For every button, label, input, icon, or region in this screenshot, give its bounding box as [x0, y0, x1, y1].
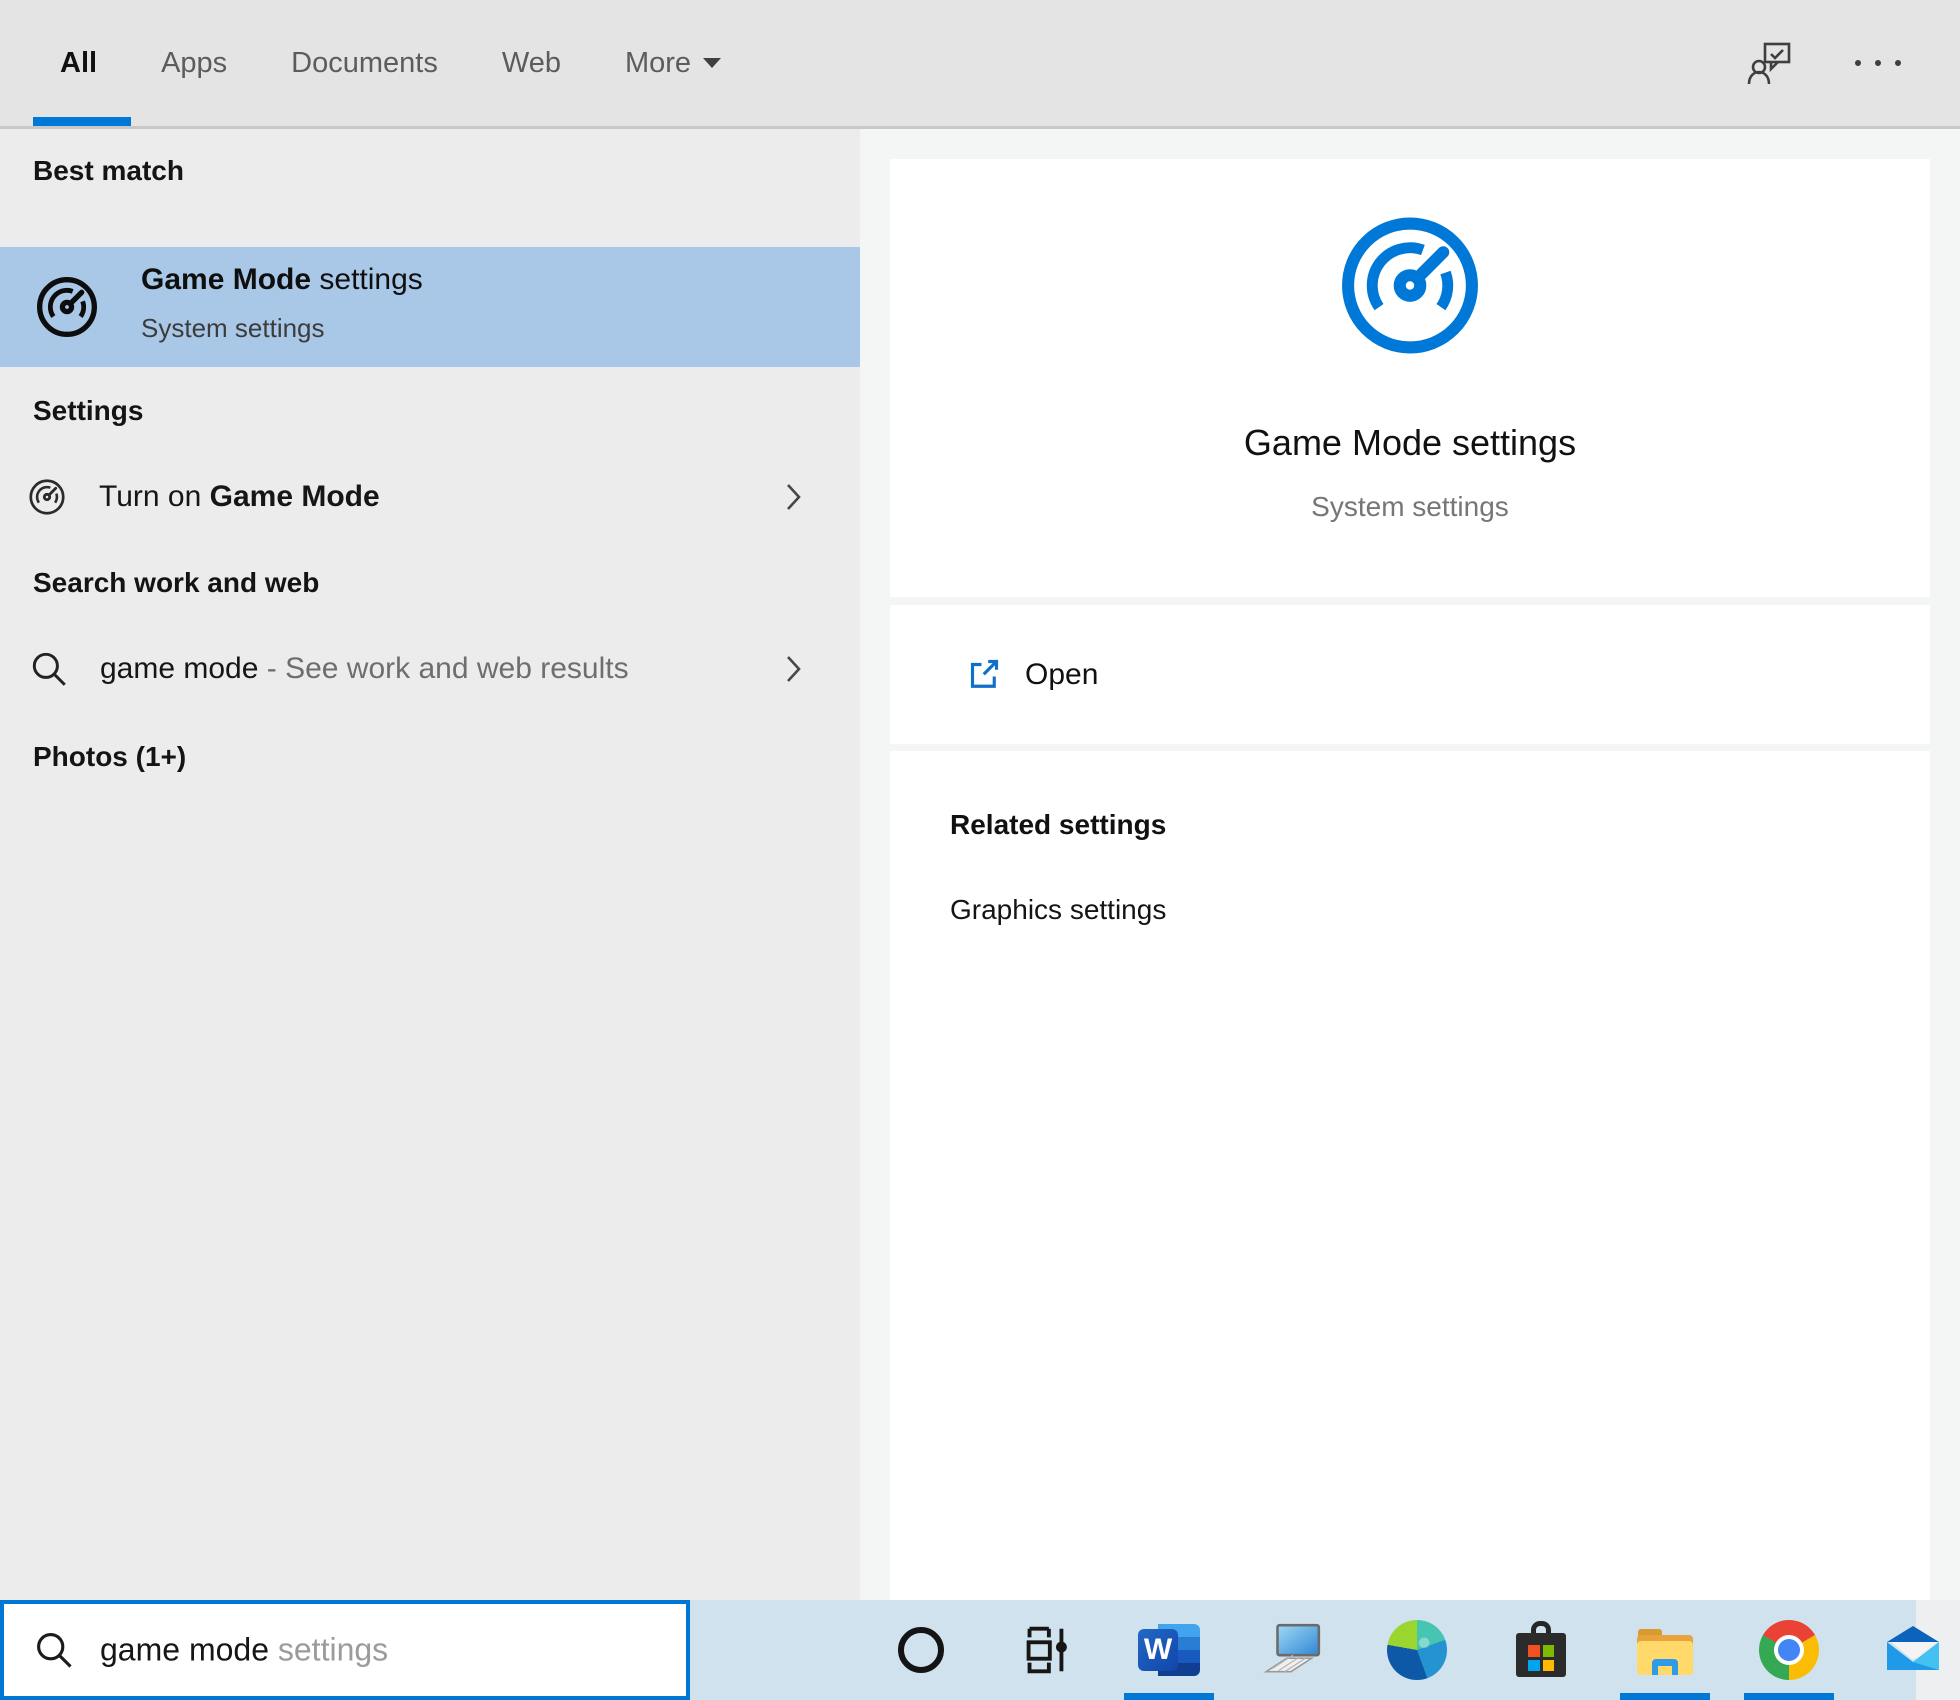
best-match-title: Game Mode settings — [141, 263, 423, 296]
chevron-down-icon — [703, 58, 722, 68]
search-tab-bar: All Apps Documents Web More — [0, 0, 1960, 126]
photos-section-header[interactable]: Photos (1+) — [33, 741, 186, 773]
search-icon — [32, 652, 66, 686]
active-tab-indicator — [33, 117, 131, 126]
task-view-icon — [1026, 1626, 1067, 1674]
gauge-icon — [37, 277, 97, 337]
taskbar-chrome-button[interactable] — [1741, 1600, 1837, 1700]
settings-section-header: Settings — [33, 395, 144, 426]
taskbar-word-button[interactable]: W — [1121, 1600, 1217, 1700]
options-button[interactable] — [1843, 0, 1913, 126]
search-icon — [37, 1633, 72, 1668]
word-icon: W — [1138, 1619, 1200, 1681]
best-match-subtitle: System settings — [141, 313, 325, 343]
web-section-header: Search work and web — [33, 567, 320, 598]
graphics-settings-link[interactable]: Graphics settings — [950, 894, 1166, 926]
result-turn-on-game-mode[interactable]: Turn on Game Mode — [0, 453, 860, 541]
feedback-button[interactable] — [1735, 0, 1805, 126]
cortana-icon — [898, 1627, 944, 1673]
related-settings-header: Related settings — [950, 809, 1167, 840]
result-filter-tabs: All Apps Documents Web More — [60, 0, 722, 126]
result-label: game mode - See work and web results — [100, 652, 629, 685]
results-panel: Best match Game Mode settings System set… — [0, 129, 860, 1600]
tab-documents[interactable]: Documents — [291, 47, 438, 80]
open-action[interactable]: Open — [890, 605, 1930, 744]
tab-apps[interactable]: Apps — [161, 47, 227, 80]
related-settings-card: Related settings Graphics settings — [890, 751, 1930, 1600]
open-action-label: Open — [1025, 657, 1099, 691]
taskbar-this-pc-button[interactable] — [1245, 1600, 1341, 1700]
chevron-right-icon — [787, 656, 801, 682]
best-match-header: Best match — [33, 155, 184, 186]
chevron-right-icon — [787, 484, 801, 510]
taskbar-task-view-button[interactable] — [997, 1600, 1093, 1700]
open-external-icon — [970, 659, 999, 688]
taskbar-buttons: W — [873, 1600, 1960, 1700]
tab-all[interactable]: All — [60, 47, 97, 80]
microsoft-store-icon — [1512, 1621, 1570, 1679]
preview-title: Game Mode settings — [1243, 422, 1577, 463]
result-label: Turn on Game Mode — [99, 480, 380, 513]
taskbar: W — [690, 1600, 1960, 1700]
taskbar-edge-button[interactable] — [1369, 1600, 1465, 1700]
chrome-icon — [1759, 1620, 1819, 1680]
preview-hero-card: Game Mode settings System settings — [890, 159, 1930, 597]
computer-icon — [1263, 1623, 1321, 1673]
gauge-icon — [29, 479, 65, 515]
taskbar-file-explorer-button[interactable] — [1617, 1600, 1713, 1700]
gauge-icon — [1342, 217, 1478, 354]
tab-web[interactable]: Web — [502, 47, 561, 80]
search-flyout-body: Best match Game Mode settings System set… — [0, 129, 1960, 1600]
taskbar-search-input[interactable]: game mode settings — [0, 1600, 690, 1700]
preview-pane: Game Mode settings System settings Open … — [860, 129, 1960, 1600]
result-web-search[interactable]: game mode - See work and web results — [0, 625, 860, 713]
tab-more-label: More — [624, 46, 692, 79]
ellipsis-icon — [1855, 60, 1901, 66]
taskbar-mail-button[interactable] — [1865, 1600, 1960, 1700]
file-explorer-icon — [1637, 1629, 1693, 1675]
tab-more[interactable]: More — [624, 46, 722, 80]
search-input-text: game mode settings — [100, 1631, 389, 1668]
person-feedback-icon — [1747, 42, 1791, 85]
preview-subtitle: System settings — [1311, 491, 1509, 522]
taskbar-store-button[interactable] — [1493, 1600, 1589, 1700]
edge-icon — [1387, 1620, 1447, 1680]
taskbar-cortana-button[interactable] — [873, 1600, 969, 1700]
best-match-result[interactable]: Game Mode settings System settings — [0, 247, 860, 367]
mail-icon — [1887, 1626, 1939, 1670]
